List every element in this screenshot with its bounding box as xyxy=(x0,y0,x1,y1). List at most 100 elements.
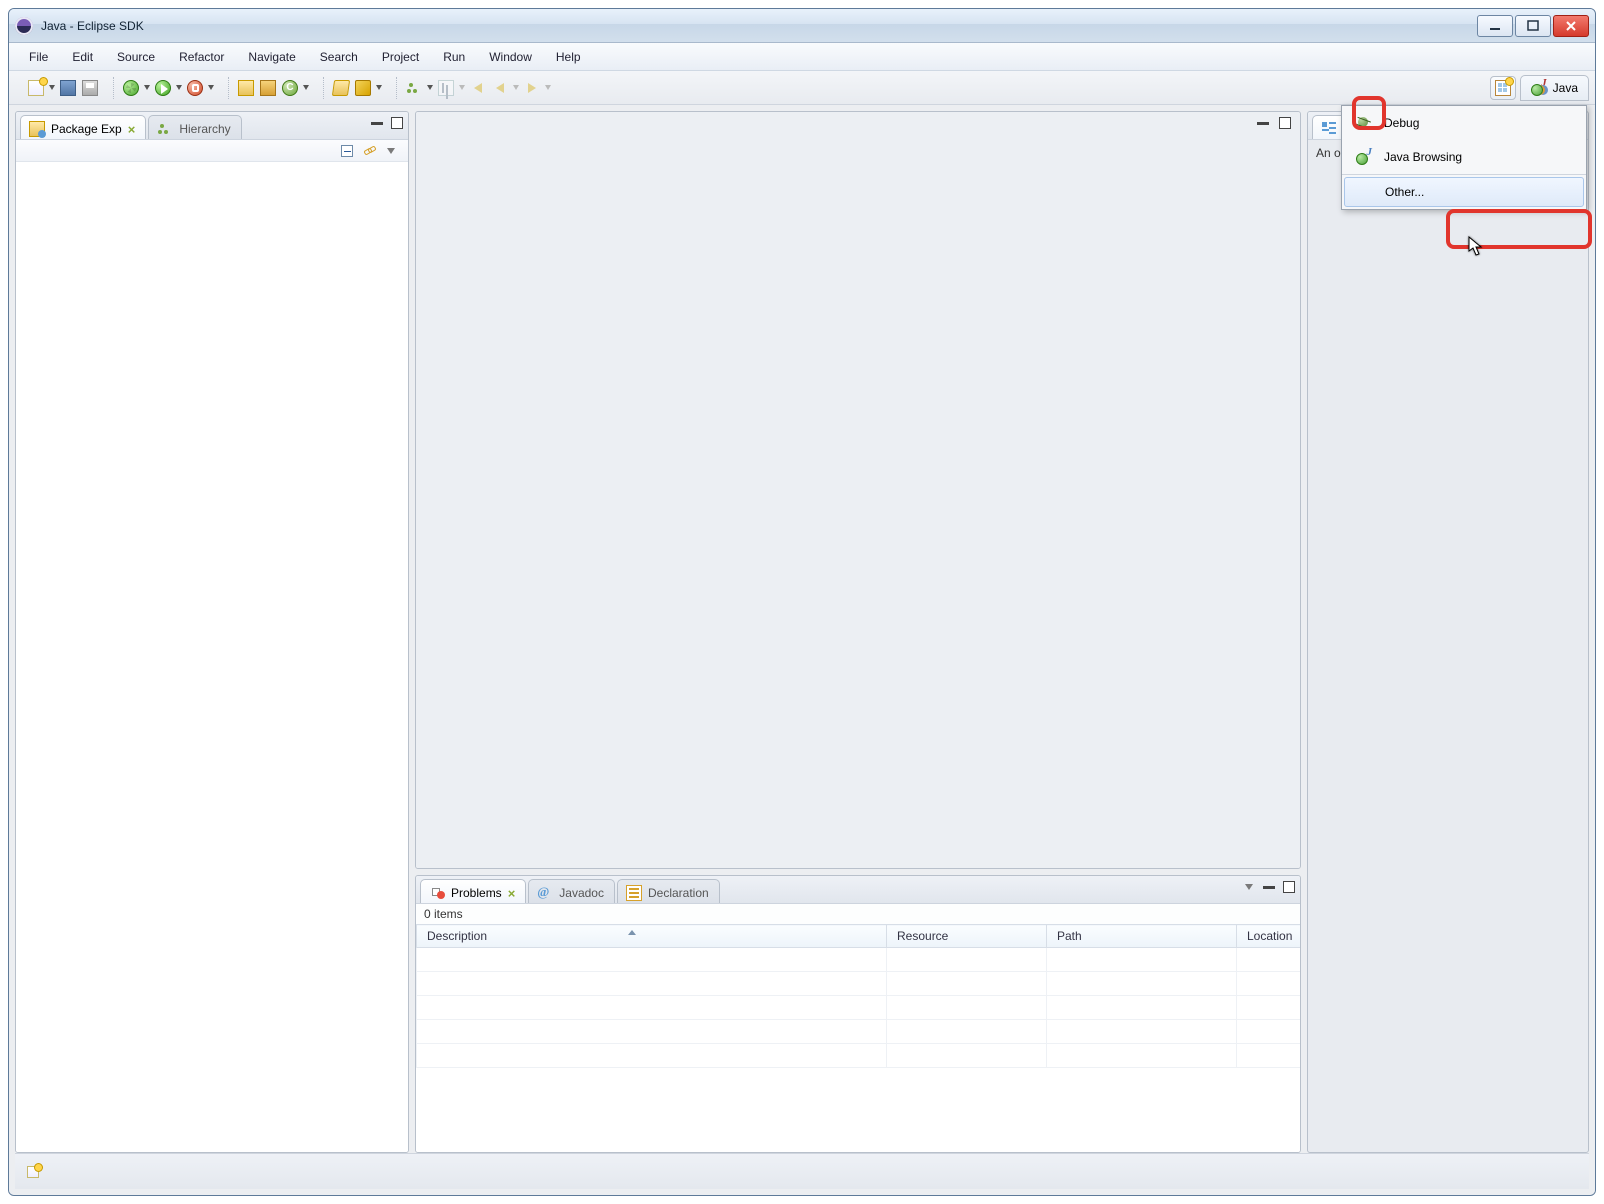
table-row[interactable] xyxy=(417,1020,1301,1044)
new-java-package-button[interactable] xyxy=(235,77,257,99)
tab-package-explorer[interactable]: Package Exp × xyxy=(20,115,146,139)
perspective-menu: Debug Java Browsing Other... xyxy=(1341,105,1587,210)
editor-minimize-button[interactable] xyxy=(1256,116,1270,130)
menu-refactor[interactable]: Refactor xyxy=(169,46,234,68)
nav-tree-dropdown[interactable] xyxy=(457,85,467,90)
search-button[interactable] xyxy=(352,77,374,99)
external-tools-button[interactable] xyxy=(184,77,206,99)
editor-maximize-button[interactable] xyxy=(1278,116,1292,130)
col-path[interactable]: Path xyxy=(1047,925,1237,948)
open-perspective-button[interactable] xyxy=(1490,76,1516,100)
window-minimize-button[interactable] xyxy=(1477,15,1513,37)
perspective-menu-other[interactable]: Other... xyxy=(1344,177,1584,207)
new-java-project-button[interactable] xyxy=(257,77,279,99)
tab-problems-label: Problems xyxy=(451,886,502,900)
nav-back-button[interactable] xyxy=(467,77,489,99)
run-dropdown[interactable] xyxy=(174,85,184,90)
col-location[interactable]: Location xyxy=(1237,925,1301,948)
tab-package-explorer-label: Package Exp xyxy=(51,122,122,136)
new-dropdown[interactable] xyxy=(47,85,57,90)
nav-forward-button[interactable] xyxy=(489,77,511,99)
perspective-menu-java-browsing-label: Java Browsing xyxy=(1384,150,1462,164)
view-menu-button[interactable] xyxy=(384,144,398,158)
main-toolbar: Java Debug Java Browsing Other. xyxy=(9,71,1595,105)
perspective-java-tab[interactable]: Java xyxy=(1520,75,1589,101)
open-perspective-icon xyxy=(1495,80,1511,96)
table-row[interactable] xyxy=(417,972,1301,996)
status-icon xyxy=(27,1166,39,1178)
nav-tree-button[interactable] xyxy=(435,77,457,99)
package-explorer-icon xyxy=(29,121,45,137)
editor-area[interactable] xyxy=(416,112,1300,868)
menu-project[interactable]: Project xyxy=(372,46,429,68)
perspective-menu-debug-label: Debug xyxy=(1384,116,1419,130)
menu-window[interactable]: Window xyxy=(479,46,542,68)
problems-view-menu-button[interactable] xyxy=(1242,880,1256,894)
save-button[interactable] xyxy=(57,77,79,99)
problems-maximize-button[interactable] xyxy=(1282,880,1296,894)
table-row[interactable] xyxy=(417,1044,1301,1068)
tab-problems[interactable]: Problems × xyxy=(420,879,526,903)
problems-table[interactable]: Description Resource Path Location Type xyxy=(416,924,1300,1068)
run-button[interactable] xyxy=(152,77,174,99)
package-explorer-tree[interactable] xyxy=(16,162,408,1152)
debug-icon xyxy=(1356,115,1372,131)
menu-source[interactable]: Source xyxy=(107,46,165,68)
link-with-editor-button[interactable] xyxy=(362,144,376,158)
link-icon xyxy=(362,143,376,159)
window-close-button[interactable] xyxy=(1553,15,1589,37)
new-button[interactable] xyxy=(25,77,47,99)
perspective-menu-other-label: Other... xyxy=(1385,185,1424,199)
col-resource[interactable]: Resource xyxy=(887,925,1047,948)
collapse-all-button[interactable] xyxy=(340,144,354,158)
hierarchy-icon xyxy=(157,121,173,137)
debug-dropdown[interactable] xyxy=(142,85,152,90)
problems-icon xyxy=(429,885,445,901)
menu-navigate[interactable]: Navigate xyxy=(238,46,305,68)
table-row[interactable] xyxy=(417,996,1301,1020)
col-description[interactable]: Description xyxy=(417,925,887,948)
problems-minimize-button[interactable] xyxy=(1262,880,1276,894)
nav-hierarchy-dropdown[interactable] xyxy=(425,85,435,90)
tab-hierarchy-label: Hierarchy xyxy=(179,122,230,136)
javadoc-icon xyxy=(537,885,553,901)
menu-search[interactable]: Search xyxy=(310,46,368,68)
view-menu-icon xyxy=(387,148,395,154)
nav-next-button[interactable] xyxy=(521,77,543,99)
menu-edit[interactable]: Edit xyxy=(62,46,103,68)
java-browsing-icon xyxy=(1356,149,1372,165)
tab-javadoc[interactable]: Javadoc xyxy=(528,879,615,903)
nav-hierarchy-button[interactable] xyxy=(403,77,425,99)
outline-icon xyxy=(1321,121,1337,137)
tab-hierarchy[interactable]: Hierarchy xyxy=(148,115,241,139)
close-problems-tab-icon[interactable]: × xyxy=(508,887,516,900)
app-window: Java - Eclipse SDK File Edit Source Refa… xyxy=(8,8,1596,1196)
nav-history-dropdown[interactable] xyxy=(511,85,521,90)
close-tab-icon[interactable]: × xyxy=(128,123,136,136)
perspective-menu-debug[interactable]: Debug xyxy=(1342,106,1586,140)
new-class-dropdown[interactable] xyxy=(301,85,311,90)
menu-file[interactable]: File xyxy=(19,46,58,68)
new-java-class-button[interactable] xyxy=(279,77,301,99)
panel-maximize-button[interactable] xyxy=(390,116,404,130)
java-perspective-icon xyxy=(1531,80,1547,96)
print-button[interactable] xyxy=(79,77,101,99)
menu-help[interactable]: Help xyxy=(546,46,591,68)
menu-run[interactable]: Run xyxy=(433,46,475,68)
table-row[interactable] xyxy=(417,948,1301,972)
perspective-menu-java-browsing[interactable]: Java Browsing xyxy=(1342,140,1586,174)
nav-next-dropdown[interactable] xyxy=(543,85,553,90)
tab-declaration[interactable]: Declaration xyxy=(617,879,720,903)
tab-javadoc-label: Javadoc xyxy=(559,886,604,900)
perspective-switcher: Java Debug Java Browsing Other. xyxy=(1490,71,1589,105)
statusbar xyxy=(15,1153,1589,1189)
editor-panel xyxy=(415,111,1301,869)
window-maximize-button[interactable] xyxy=(1515,15,1551,37)
search-dropdown[interactable] xyxy=(374,85,384,90)
external-tools-dropdown[interactable] xyxy=(206,85,216,90)
panel-minimize-button[interactable] xyxy=(370,116,384,130)
menubar: File Edit Source Refactor Navigate Searc… xyxy=(9,43,1595,71)
eclipse-icon xyxy=(15,17,33,35)
open-type-button[interactable] xyxy=(330,77,352,99)
debug-button[interactable] xyxy=(120,77,142,99)
